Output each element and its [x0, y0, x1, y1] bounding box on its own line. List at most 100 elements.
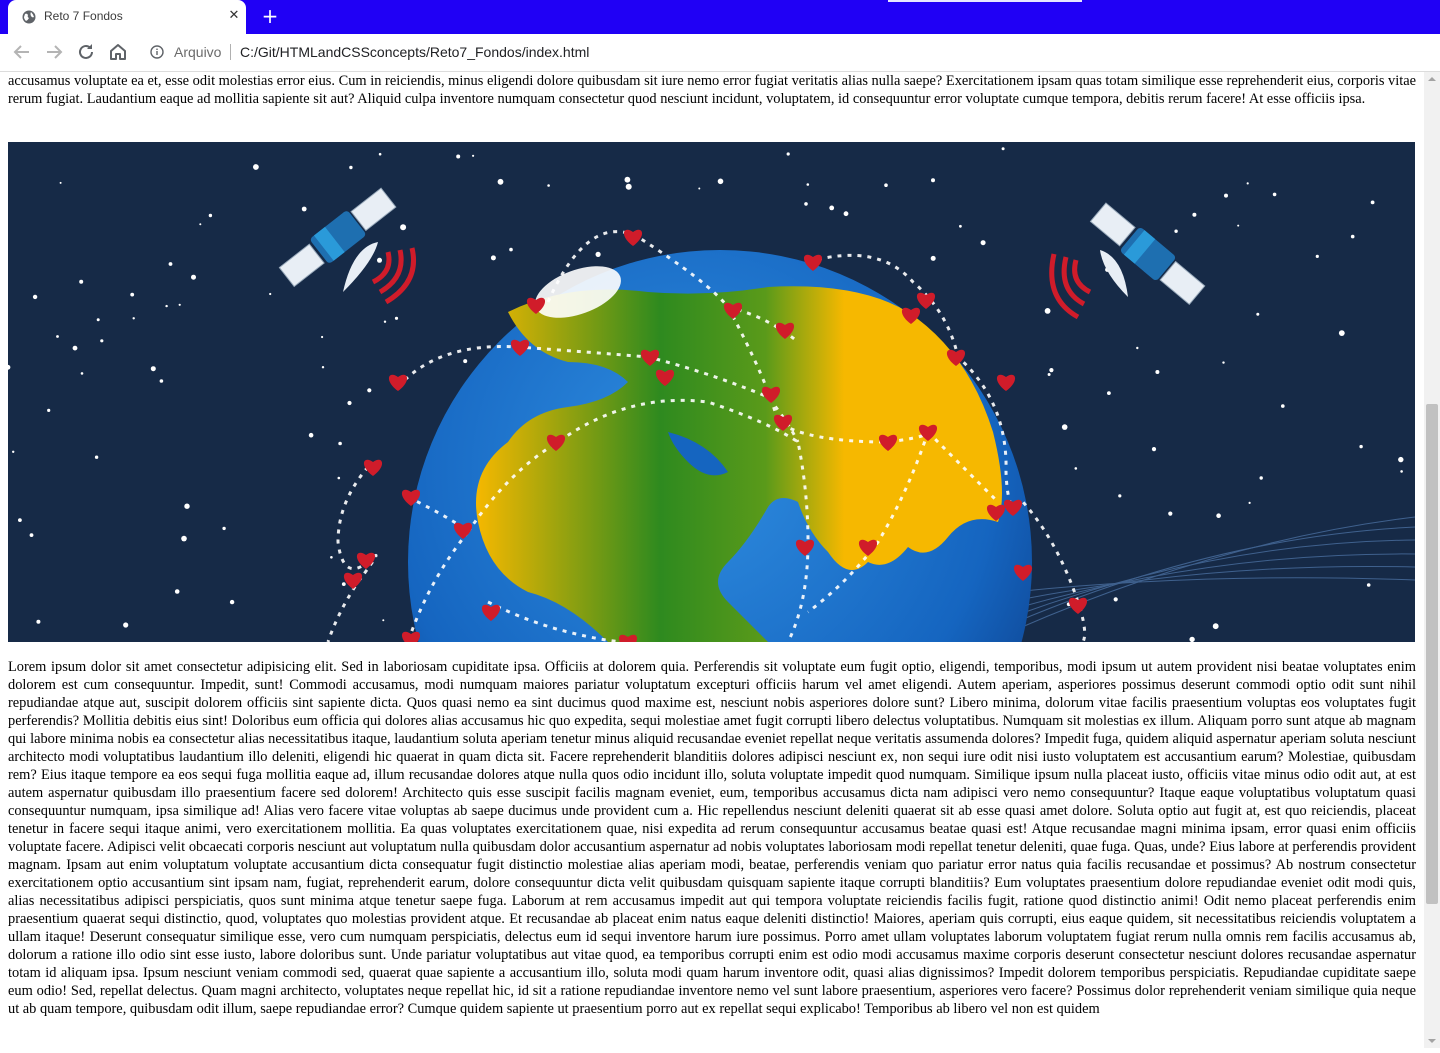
new-tab-button[interactable]: +: [260, 6, 280, 26]
star-icon: [150, 366, 156, 372]
tab-strip-highlight: [888, 0, 1082, 2]
star-icon: [8, 364, 11, 370]
star-icon: [341, 582, 346, 586]
home-button[interactable]: [107, 41, 129, 63]
scheme-label: Arquivo: [174, 44, 222, 60]
star-icon: [959, 224, 962, 228]
star-icon: [165, 304, 168, 308]
star-icon: [377, 257, 382, 263]
star-icon: [1281, 404, 1285, 408]
star-icon: [330, 556, 333, 559]
star-icon: [931, 178, 935, 183]
forward-button[interactable]: [43, 41, 65, 63]
url-text[interactable]: C:/Git/HTMLandCSSconcepts/Reto7_Fondos/i…: [240, 44, 589, 60]
star-icon: [100, 339, 104, 343]
star-icon: [472, 154, 475, 157]
star-icon: [497, 178, 504, 185]
info-icon[interactable]: [150, 45, 164, 59]
star-icon: [1315, 254, 1319, 258]
star-icon: [1350, 234, 1355, 239]
star-icon: [338, 441, 342, 446]
star-icon: [337, 476, 341, 480]
star-icon: [378, 152, 382, 156]
body-paragraph: Lorem ipsum dolor sit amet consectetur a…: [8, 659, 1416, 1017]
star-icon: [1398, 456, 1404, 463]
browser-toolbar: Arquivo C:/Git/HTMLandCSSconcepts/Reto7_…: [0, 34, 1440, 72]
star-icon: [168, 262, 173, 266]
reload-button[interactable]: [75, 41, 97, 63]
star-icon: [132, 317, 135, 320]
signal-left-icon: [371, 247, 416, 305]
star-icon: [1151, 447, 1157, 452]
star-icon: [72, 345, 78, 351]
intro-paragraph: accusamus voluptate ea et, esse odit mol…: [8, 73, 1416, 107]
back-button[interactable]: [11, 41, 33, 63]
star-icon: [843, 211, 849, 217]
star-icon: [321, 366, 325, 369]
star-icon: [1047, 373, 1051, 376]
globe-icon: [22, 10, 36, 24]
tab-strip: Reto 7 Fondos ✕ +: [0, 0, 1440, 34]
star-icon: [174, 589, 180, 594]
scroll-thumb[interactable]: [1426, 404, 1438, 904]
star-icon: [382, 619, 385, 622]
close-icon[interactable]: ✕: [226, 8, 242, 24]
globe-illustration: [8, 147, 1415, 642]
star-icon: [229, 599, 235, 605]
star-icon: [1256, 312, 1260, 316]
satellite-left-icon: [278, 187, 397, 288]
star-icon: [80, 372, 84, 375]
page-viewport: accusamus voluptate ea et, esse odit mol…: [0, 72, 1424, 1048]
star-icon: [199, 223, 202, 226]
scroll-down-icon[interactable]: [1424, 1034, 1440, 1048]
star-icon: [59, 181, 62, 184]
home-icon: [110, 44, 126, 60]
dish-left-icon: [343, 242, 378, 292]
star-icon: [394, 316, 399, 320]
reload-icon: [79, 44, 93, 59]
scroll-up-icon[interactable]: [1424, 72, 1440, 86]
star-icon: [301, 206, 307, 212]
signal-right-icon: [1049, 253, 1092, 320]
star-icon: [1400, 470, 1403, 473]
star-icon: [400, 224, 407, 231]
star-icon: [383, 320, 387, 323]
star-icon: [349, 165, 353, 170]
star-icon: [18, 518, 22, 522]
star-icon: [56, 335, 59, 338]
page-scrollbar[interactable]: [1424, 72, 1440, 1048]
heart-icon: [916, 292, 936, 309]
star-icon: [1359, 444, 1363, 449]
star-icon: [1044, 308, 1051, 314]
heart-icon: [402, 631, 420, 642]
star-icon: [32, 294, 38, 300]
star-icon: [1155, 370, 1160, 374]
star-icon: [181, 535, 187, 542]
star-icon: [1136, 346, 1139, 350]
star-icon: [159, 379, 164, 383]
browser-tab[interactable]: Reto 7 Fondos ✕: [8, 0, 246, 34]
star-icon: [347, 400, 352, 406]
star-icon: [1049, 368, 1054, 373]
star-icon: [1212, 623, 1219, 630]
heart-icon: [363, 459, 383, 476]
star-icon: [94, 455, 99, 459]
star-icon: [96, 318, 100, 322]
star-icon: [1222, 361, 1225, 364]
star-icon: [1246, 182, 1249, 185]
star-icon: [1216, 513, 1221, 518]
star-icon: [698, 187, 701, 190]
star-icon: [456, 154, 461, 159]
star-icon: [1237, 224, 1240, 227]
star-icon: [717, 178, 724, 185]
heart-icon: [623, 229, 643, 246]
orbit-lines-icon: [987, 516, 1415, 642]
star-icon: [1370, 200, 1375, 205]
star-icon: [178, 303, 181, 306]
address-bar[interactable]: Arquivo C:/Git/HTMLandCSSconcepts/Reto7_…: [140, 38, 1430, 66]
heart-icon: [388, 374, 408, 391]
star-icon: [1366, 583, 1371, 587]
star-icon: [1224, 193, 1228, 198]
star-icon: [184, 503, 190, 509]
star-icon: [1001, 147, 1005, 151]
